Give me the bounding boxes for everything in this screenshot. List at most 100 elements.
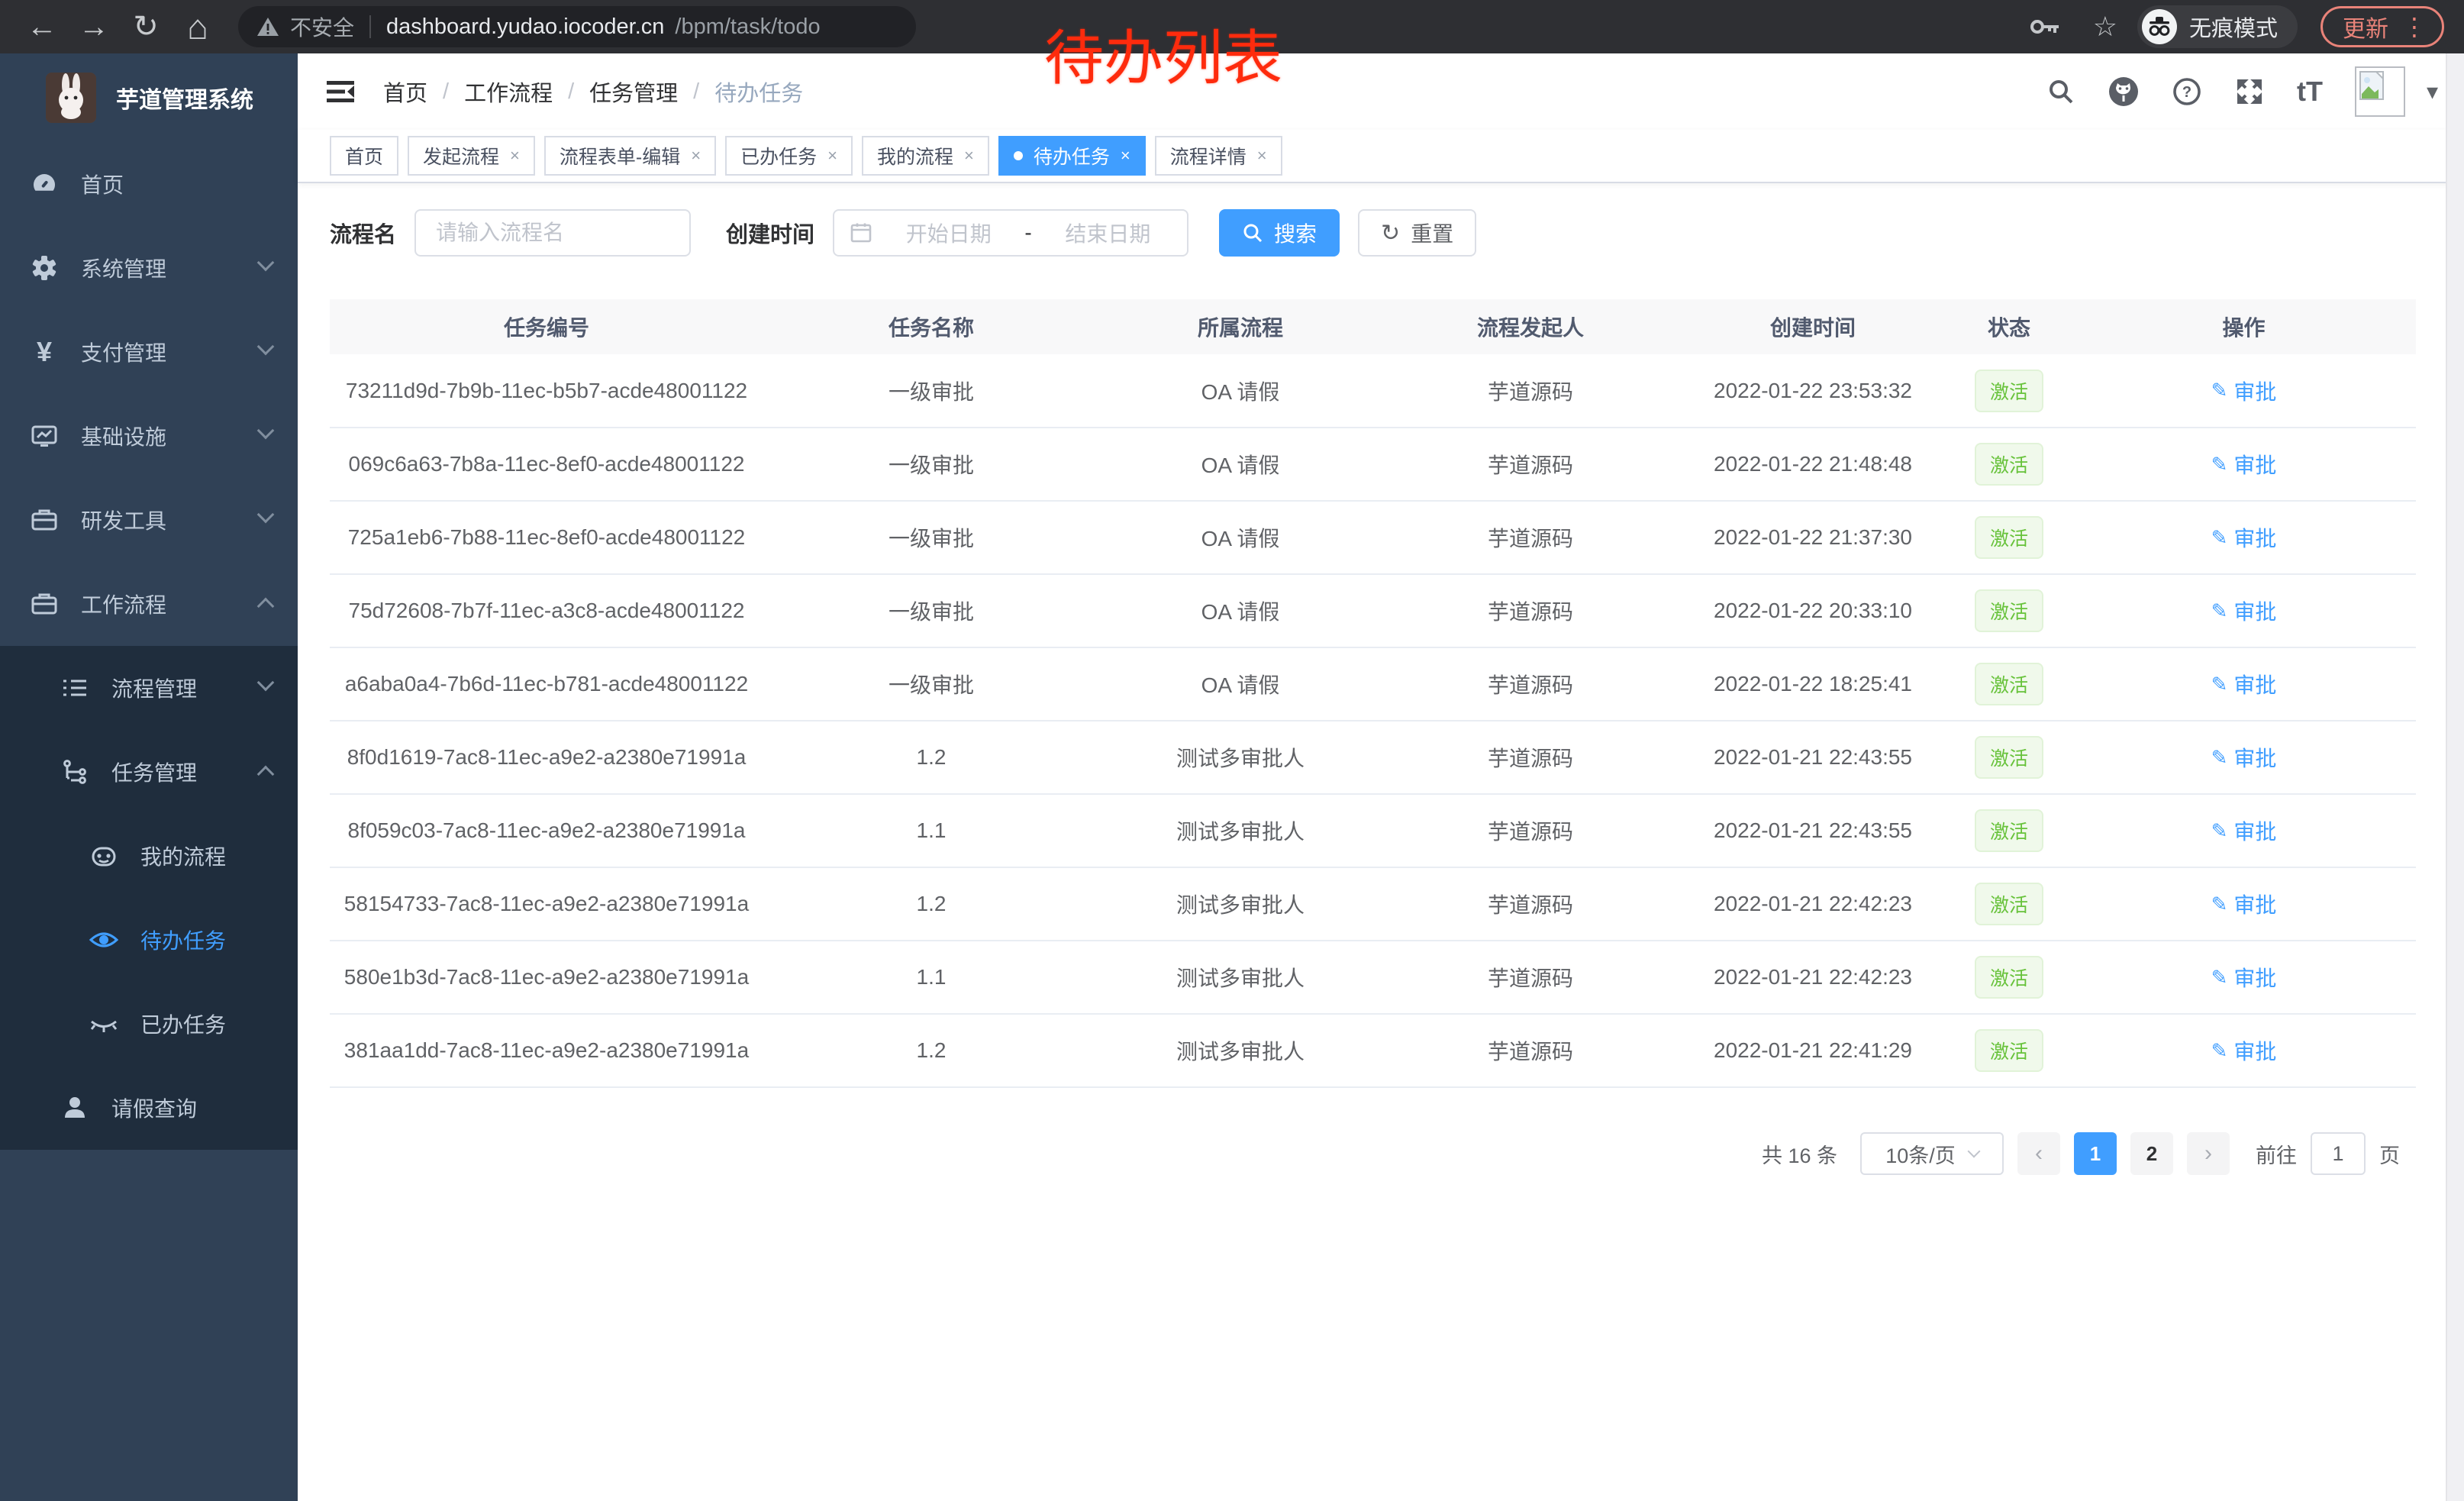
- browser-back-icon[interactable]: ←: [20, 0, 64, 53]
- end-date-placeholder[interactable]: 结束日期: [1044, 218, 1172, 248]
- search-button[interactable]: 搜索: [1219, 209, 1340, 257]
- tab-home[interactable]: 首页: [330, 136, 398, 176]
- close-icon[interactable]: ×: [691, 146, 701, 166]
- chrome-update-button[interactable]: 更新 ⋮: [2320, 6, 2444, 47]
- github-icon[interactable]: [2108, 76, 2140, 108]
- approve-link[interactable]: ✎审批: [2211, 596, 2277, 626]
- sidebar-item-system[interactable]: 系统管理: [0, 226, 298, 310]
- breadcrumb-item[interactable]: 任务管理: [589, 76, 678, 108]
- sidebar-item-process-management[interactable]: 流程管理: [0, 646, 298, 730]
- cell-process: 测试多审批人: [1099, 721, 1382, 794]
- col-starter: 流程发起人: [1382, 299, 1679, 354]
- sidebar-item-done-tasks[interactable]: 已办任务: [0, 982, 298, 1066]
- browser-menu-dots-icon[interactable]: ⋮: [2402, 12, 2427, 41]
- approve-link[interactable]: ✎审批: [2211, 815, 2277, 846]
- fullscreen-icon[interactable]: [2234, 76, 2265, 107]
- not-secure-warning-icon[interactable]: [256, 16, 279, 37]
- cell-process: OA 请假: [1099, 354, 1382, 428]
- browser-reload-icon[interactable]: ↻: [124, 0, 168, 53]
- approve-link[interactable]: ✎审批: [2211, 376, 2277, 406]
- browser-scrollbar[interactable]: [2446, 53, 2464, 1501]
- start-date-placeholder[interactable]: 开始日期: [885, 218, 1012, 248]
- help-icon[interactable]: ?: [2172, 76, 2202, 107]
- sidebar-item-infrastructure[interactable]: 基础设施: [0, 394, 298, 478]
- sidebar-item-workflow[interactable]: 工作流程: [0, 562, 298, 646]
- tab-form-edit[interactable]: 流程表单-编辑 ×: [544, 136, 716, 176]
- cell-starter: 芋道源码: [1382, 354, 1679, 428]
- close-icon[interactable]: ×: [827, 146, 837, 166]
- table-row: 069c6a63-7b8a-11ec-8ef0-acde48001122 一级审…: [330, 428, 2416, 501]
- cell-task-name: 一级审批: [763, 647, 1099, 721]
- approve-link[interactable]: ✎审批: [2211, 742, 2277, 773]
- approve-link[interactable]: ✎审批: [2211, 962, 2277, 993]
- tab-process-detail[interactable]: 流程详情 ×: [1155, 136, 1282, 176]
- approve-link[interactable]: ✎审批: [2211, 449, 2277, 479]
- approve-link[interactable]: ✎审批: [2211, 1035, 2277, 1066]
- search-button-icon: [1242, 222, 1263, 244]
- tab-done-tasks[interactable]: 已办任务 ×: [725, 136, 853, 176]
- tab-start-process[interactable]: 发起流程 ×: [408, 136, 535, 176]
- prev-page-button[interactable]: ‹: [2017, 1132, 2060, 1175]
- font-size-icon[interactable]: tT: [2297, 76, 2323, 108]
- monitor-chart-icon: [29, 421, 60, 451]
- cell-task-id: a6aba0a4-7b6d-11ec-b781-acde48001122: [330, 647, 763, 721]
- breadcrumb-item[interactable]: 首页: [383, 76, 427, 108]
- robot-face-icon: [89, 841, 119, 871]
- sidebar-item-label: 支付管理: [81, 337, 166, 367]
- password-key-icon[interactable]: [2030, 18, 2061, 36]
- avatar-caret-icon[interactable]: ▾: [2427, 79, 2438, 105]
- cell-task-name: 一级审批: [763, 428, 1099, 501]
- table-row: 75d72608-7b7f-11ec-a3c8-acde48001122 一级审…: [330, 574, 2416, 647]
- search-icon[interactable]: [2046, 77, 2075, 106]
- jump-suffix: 页: [2379, 1139, 2400, 1169]
- approve-link[interactable]: ✎审批: [2211, 522, 2277, 553]
- sidebar-item-todo-tasks[interactable]: 待办任务: [0, 898, 298, 982]
- status-badge: 激活: [1975, 1029, 2043, 1072]
- table-body: 73211d9d-7b9b-11ec-b5b7-acde48001122 一级审…: [330, 354, 2416, 1087]
- next-page-button[interactable]: ›: [2187, 1132, 2230, 1175]
- sidebar-item-home[interactable]: 首页: [0, 142, 298, 226]
- approve-link[interactable]: ✎审批: [2211, 669, 2277, 699]
- url-divider: [369, 15, 371, 38]
- sidebar-item-my-process[interactable]: 我的流程: [0, 814, 298, 898]
- col-task-name: 任务名称: [763, 299, 1099, 354]
- browser-forward-icon[interactable]: →: [72, 0, 116, 53]
- jump-page-input[interactable]: [2311, 1132, 2366, 1175]
- sidebar-item-dev-tools[interactable]: 研发工具: [0, 478, 298, 562]
- update-label: 更新: [2343, 10, 2388, 44]
- header-actions: ? tT ▾: [2046, 66, 2438, 117]
- breadcrumb-item[interactable]: 工作流程: [464, 76, 553, 108]
- sidebar-item-leave-query[interactable]: 请假查询: [0, 1066, 298, 1150]
- cell-status: 激活: [1946, 354, 2072, 428]
- close-icon[interactable]: ×: [964, 146, 974, 166]
- browser-home-icon[interactable]: ⌂: [176, 0, 220, 53]
- avatar[interactable]: [2355, 66, 2405, 117]
- sidebar-fold-icon[interactable]: [324, 76, 357, 107]
- approve-link-label: 审批: [2233, 522, 2276, 553]
- page-button-1[interactable]: 1: [2074, 1132, 2117, 1175]
- cell-task-id: 8f059c03-7ac8-11ec-a9e2-a2380e71991a: [330, 794, 763, 867]
- cell-task-name: 一级审批: [763, 574, 1099, 647]
- approve-link-label: 审批: [2233, 889, 2276, 919]
- sidebar-item-task-management[interactable]: 任务管理: [0, 730, 298, 814]
- sidebar-logo-row[interactable]: 芋道管理系统: [0, 53, 298, 142]
- page-size-select[interactable]: 10条/页: [1860, 1132, 2004, 1175]
- reset-button[interactable]: ↻ 重置: [1358, 209, 1476, 257]
- sidebar-item-payment[interactable]: ¥ 支付管理: [0, 310, 298, 394]
- cell-create-time: 2022-01-22 21:37:30: [1679, 501, 1946, 574]
- close-icon[interactable]: ×: [1121, 146, 1130, 166]
- jump-prefix: 前往: [2256, 1139, 2297, 1169]
- process-name-input[interactable]: [414, 209, 691, 257]
- table-header-row: 任务编号 任务名称 所属流程 流程发起人 创建时间 状态 操作: [330, 299, 2416, 354]
- date-range-picker[interactable]: 开始日期 - 结束日期: [833, 209, 1188, 257]
- tab-todo-tasks[interactable]: 待办任务 ×: [998, 136, 1146, 176]
- cell-starter: 芋道源码: [1382, 501, 1679, 574]
- address-bar[interactable]: 不安全 dashboard.yudao.iocoder.cn/bpm/task/…: [238, 6, 916, 47]
- approve-link[interactable]: ✎审批: [2211, 889, 2277, 919]
- bookmark-star-icon[interactable]: ☆: [2093, 11, 2117, 43]
- cell-task-name: 1.1: [763, 794, 1099, 867]
- close-icon[interactable]: ×: [1257, 146, 1267, 166]
- tab-my-process[interactable]: 我的流程 ×: [862, 136, 989, 176]
- page-button-2[interactable]: 2: [2130, 1132, 2173, 1175]
- close-icon[interactable]: ×: [510, 146, 520, 166]
